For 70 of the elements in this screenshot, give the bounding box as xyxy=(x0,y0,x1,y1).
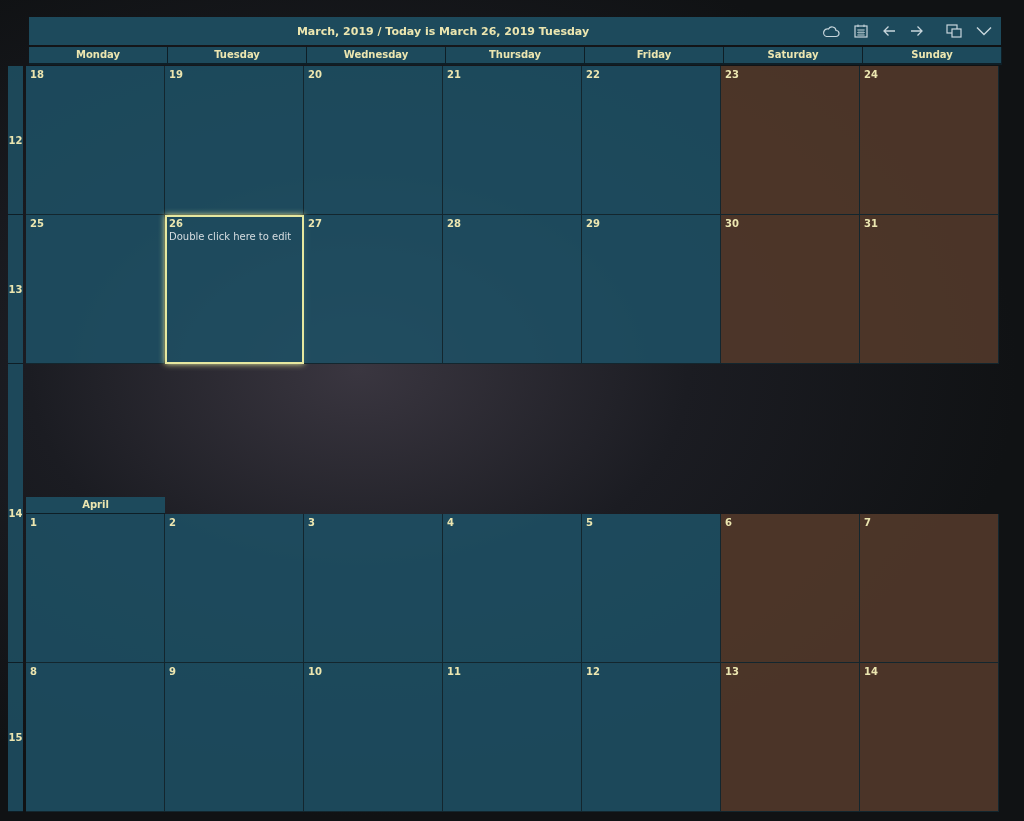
day-cell[interactable]: 10 xyxy=(304,663,443,812)
day-number: 27 xyxy=(308,218,322,229)
day-cell[interactable]: 29 xyxy=(582,215,721,364)
day-number: 22 xyxy=(586,69,600,80)
day-cell[interactable]: 18 xyxy=(26,66,165,215)
day-cell[interactable]: 7 xyxy=(860,514,999,663)
day-cell[interactable]: 19 xyxy=(165,66,304,215)
week-number: 14 xyxy=(8,364,23,663)
weekday-header: Saturday xyxy=(724,47,863,65)
day-number: 3 xyxy=(308,517,315,528)
day-number: 26 xyxy=(169,218,183,229)
day-cell[interactable]: 5 xyxy=(582,514,721,663)
day-number: 29 xyxy=(586,218,600,229)
day-number: 30 xyxy=(725,218,739,229)
day-cell[interactable]: 22 xyxy=(582,66,721,215)
day-cell[interactable]: 11 xyxy=(443,663,582,812)
day-cell[interactable]: 20 xyxy=(304,66,443,215)
day-cell[interactable]: 9 xyxy=(165,663,304,812)
day-number: 1 xyxy=(30,517,37,528)
weekday-header: Wednesday xyxy=(307,47,446,65)
day-number: 8 xyxy=(30,666,37,677)
cell-note: Double click here to edit xyxy=(169,231,292,242)
calendar-title: March, 2019 / Today is March 26, 2019 Tuesday xyxy=(295,24,591,38)
month-label: April xyxy=(26,497,165,514)
day-cell[interactable]: 1 xyxy=(26,514,165,663)
day-number: 6 xyxy=(725,517,732,528)
day-number: 18 xyxy=(30,69,44,80)
day-cell[interactable]: 24 xyxy=(860,66,999,215)
weekday-header: Sunday xyxy=(863,47,1002,65)
day-number: 25 xyxy=(30,218,44,229)
day-number: 23 xyxy=(725,69,739,80)
weekday-header: Thursday xyxy=(446,47,585,65)
day-number: 24 xyxy=(864,69,878,80)
day-number: 31 xyxy=(864,218,878,229)
week-number: 13 xyxy=(8,215,23,364)
day-cell[interactable]: 4 xyxy=(443,514,582,663)
day-number: 28 xyxy=(447,218,461,229)
day-cell[interactable]: 8 xyxy=(26,663,165,812)
week-number: 12 xyxy=(8,66,23,215)
day-cell[interactable]: 31 xyxy=(860,215,999,364)
day-number: 14 xyxy=(864,666,878,677)
day-number: 2 xyxy=(169,517,176,528)
day-number: 20 xyxy=(308,69,322,80)
day-cell[interactable]: 3 xyxy=(304,514,443,663)
day-cell[interactable]: 26 Double click here to edit xyxy=(165,215,304,364)
day-number: 5 xyxy=(586,517,593,528)
day-number: 11 xyxy=(447,666,461,677)
week-number: 15 xyxy=(8,663,23,812)
weekday-header: Tuesday xyxy=(168,47,307,65)
day-cell[interactable]: 30 xyxy=(721,215,860,364)
day-number: 13 xyxy=(725,666,739,677)
day-cell[interactable]: 21 xyxy=(443,66,582,215)
day-cell[interactable]: 27 xyxy=(304,215,443,364)
day-number: 4 xyxy=(447,517,454,528)
day-number: 12 xyxy=(586,666,600,677)
day-cell[interactable]: 6 xyxy=(721,514,860,663)
weekday-header: Friday xyxy=(585,47,724,65)
day-number: 21 xyxy=(447,69,461,80)
day-number: 10 xyxy=(308,666,322,677)
day-cell[interactable]: 2 xyxy=(165,514,304,663)
weekday-header: Monday xyxy=(29,47,168,65)
day-cell[interactable]: 28 xyxy=(443,215,582,364)
day-cell[interactable]: 23 xyxy=(721,66,860,215)
day-cell[interactable]: 14 xyxy=(860,663,999,812)
day-cell[interactable]: 13 xyxy=(721,663,860,812)
day-cell[interactable]: 25 xyxy=(26,215,165,364)
day-cell[interactable]: 12 xyxy=(582,663,721,812)
day-number: 19 xyxy=(169,69,183,80)
day-number: 9 xyxy=(169,666,176,677)
day-number: 7 xyxy=(864,517,871,528)
